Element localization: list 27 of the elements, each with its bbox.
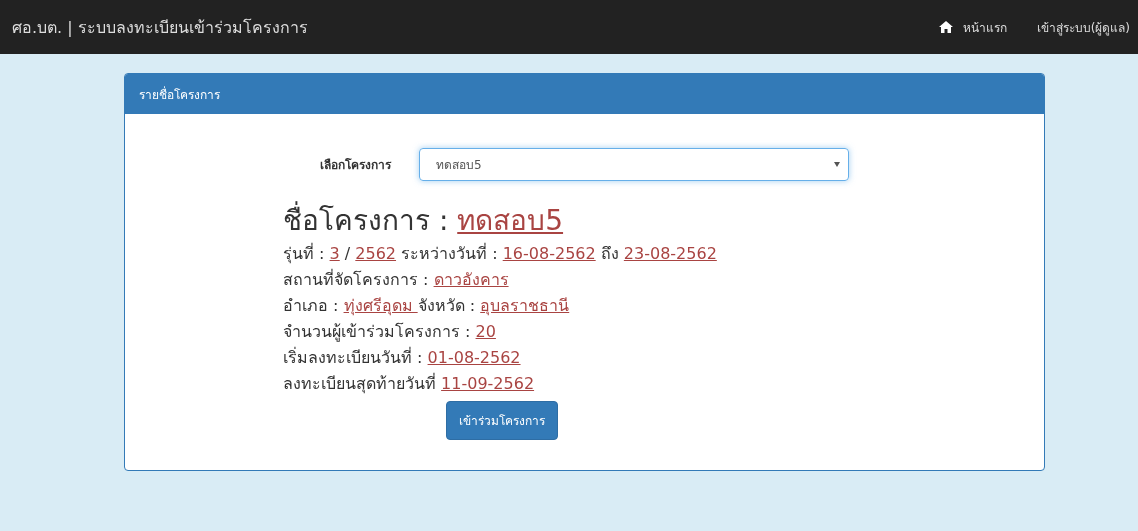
detail-line: จำนวนผู้เข้าร่วมโครงการ : 20 [283,321,497,344]
home-icon [938,21,953,33]
project-title: ชื่อโครงการ : ทดสอบ5 [283,201,1044,241]
panel-title: รายชื่อโครงการ [139,85,220,104]
project-select[interactable]: ทดสอบ5 [419,148,849,181]
value-link[interactable]: อุบลราชธานี [480,296,570,315]
detail-line: ลงทะเบียนสุดท้ายวันที่ 11-09-2562 [283,372,536,396]
detail-line: อำเภอ : ทุ่งศรีอุดม จังหวัด : อุบลราชธานี [283,295,571,318]
value-link[interactable]: ดาวอังคาร [433,270,509,289]
value-link[interactable]: 20 [475,322,496,341]
detail-line: สถานที่จัดโครงการ : ดาวอังคาร [283,268,510,291]
home-link[interactable]: หน้าแรก [938,17,1007,37]
value-link[interactable]: 23-08-2562 [623,244,717,263]
value-link[interactable]: 2562 [355,244,397,263]
caret-icon [834,162,840,167]
select-label: เลือกโครงการ [319,157,393,174]
site-title[interactable]: ศอ.บต. | ระบบลงทะเบียนเข้าร่วมโครงการ [12,14,308,40]
detail-line: รุ่นที่ : 3 / 2562 ระหว่างวันที่ : 16-08-2562 ถึง 23-08-2562 [283,242,718,266]
value-link[interactable]: 3 [329,244,340,263]
value-link[interactable]: ทดสอบ5 [457,204,564,237]
value-link[interactable]: 11-09-2562 [441,374,535,393]
detail-line: เริ่มลงทะเบียนวันที่ : 01-08-2562 [283,346,522,369]
value-link[interactable]: ทุ่งศรีอุดม [343,296,418,315]
value-link[interactable]: 16-08-2562 [502,244,596,263]
login-link[interactable]: เข้าสู่ระบบ(ผู้ดูแล) [1036,17,1130,37]
value-link[interactable]: 01-08-2562 [427,348,521,367]
join-button[interactable]: เข้าร่วมโครงการ [446,401,558,440]
